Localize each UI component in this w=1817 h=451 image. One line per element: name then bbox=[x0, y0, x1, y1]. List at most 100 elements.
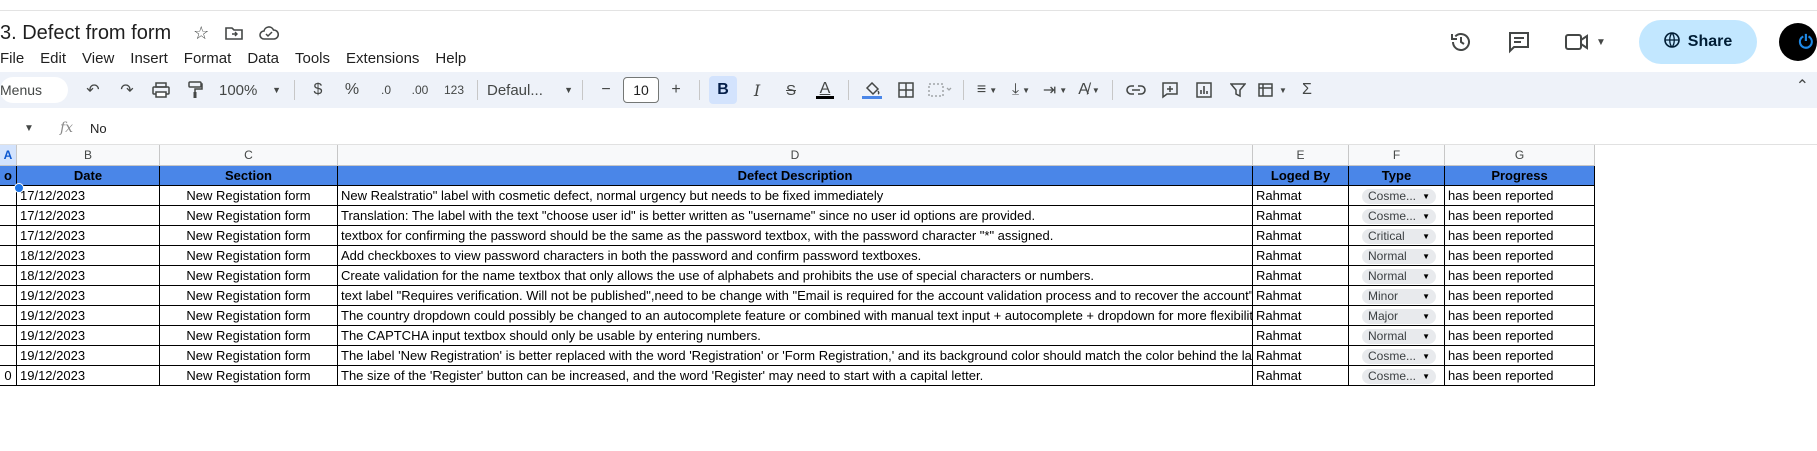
cell-progress[interactable]: has been reported bbox=[1445, 246, 1595, 266]
cell-type[interactable]: Normal ▼ bbox=[1349, 246, 1445, 266]
filter-icon[interactable] bbox=[1224, 76, 1252, 104]
percent-format-button[interactable]: % bbox=[338, 76, 366, 104]
horizontal-align-icon[interactable]: ≡ ▼ bbox=[973, 76, 1001, 104]
comments-icon[interactable] bbox=[1499, 22, 1539, 62]
cell-no[interactable] bbox=[0, 206, 17, 226]
decrease-decimal-button[interactable]: .0 bbox=[372, 76, 400, 104]
cell-section[interactable]: New Registation form bbox=[160, 206, 338, 226]
document-title[interactable]: 3. Defect from form bbox=[0, 22, 171, 45]
cell-loged-by[interactable]: Rahmat bbox=[1253, 206, 1349, 226]
cell-no[interactable] bbox=[0, 326, 17, 346]
cell-no[interactable] bbox=[0, 286, 17, 306]
header-cell-description[interactable]: Defect Description bbox=[338, 166, 1253, 186]
version-history-icon[interactable] bbox=[1441, 22, 1481, 62]
cell-section[interactable]: New Registation form bbox=[160, 346, 338, 366]
paint-format-icon[interactable] bbox=[181, 76, 209, 104]
collapse-toolbar-icon[interactable]: ⌃ bbox=[1796, 76, 1809, 96]
text-color-button[interactable]: A bbox=[811, 76, 839, 104]
fill-color-icon[interactable] bbox=[858, 76, 886, 104]
cell-type[interactable]: Cosme... ▼ bbox=[1349, 366, 1445, 386]
cell-progress[interactable]: has been reported bbox=[1445, 366, 1595, 386]
print-icon[interactable] bbox=[147, 76, 175, 104]
more-formats-button[interactable]: 123 bbox=[440, 76, 468, 104]
italic-button[interactable]: I bbox=[743, 76, 771, 104]
share-button[interactable]: Share bbox=[1639, 20, 1757, 64]
bold-button[interactable]: B bbox=[709, 76, 737, 104]
column-header-g[interactable]: G bbox=[1445, 145, 1595, 166]
decrease-font-size-button[interactable]: − bbox=[592, 76, 620, 104]
type-dropdown-chip[interactable]: Normal ▼ bbox=[1362, 329, 1436, 344]
insert-comment-icon[interactable] bbox=[1156, 76, 1184, 104]
cell-loged-by[interactable]: Rahmat bbox=[1253, 266, 1349, 286]
insert-chart-icon[interactable] bbox=[1190, 76, 1218, 104]
cell-date[interactable]: 19/12/2023 bbox=[17, 306, 160, 326]
cell-description[interactable]: The CAPTCHA input textbox should only be… bbox=[338, 326, 1253, 346]
column-header-c[interactable]: C bbox=[160, 145, 338, 166]
zoom-select[interactable]: 100% ▼ bbox=[215, 76, 285, 104]
cell-type[interactable]: Minor ▼ bbox=[1349, 286, 1445, 306]
cell-progress[interactable]: has been reported bbox=[1445, 186, 1595, 206]
meet-video-icon[interactable]: ▼ bbox=[1557, 22, 1613, 62]
menu-help[interactable]: Help bbox=[435, 50, 466, 67]
cell-date[interactable]: 19/12/2023 bbox=[17, 366, 160, 386]
move-folder-icon[interactable] bbox=[225, 26, 244, 40]
type-dropdown-chip[interactable]: Critical ▼ bbox=[1362, 229, 1436, 244]
cell-loged-by[interactable]: Rahmat bbox=[1253, 286, 1349, 306]
cell-date[interactable]: 19/12/2023 bbox=[17, 326, 160, 346]
type-dropdown-chip[interactable]: Normal ▼ bbox=[1362, 249, 1436, 264]
text-wrapping-icon[interactable]: ⇥ ▼ bbox=[1041, 76, 1069, 104]
type-dropdown-chip[interactable]: Major ▼ bbox=[1362, 309, 1436, 324]
cell-section[interactable]: New Registation form bbox=[160, 266, 338, 286]
cell-section[interactable]: New Registation form bbox=[160, 326, 338, 346]
cell-section[interactable]: New Registation form bbox=[160, 186, 338, 206]
cell-date[interactable]: 19/12/2023 bbox=[17, 346, 160, 366]
menu-data[interactable]: Data bbox=[247, 50, 279, 67]
cell-description[interactable]: textbox for confirming the password shou… bbox=[338, 226, 1253, 246]
cell-description[interactable]: The label 'New Registration' is better r… bbox=[338, 346, 1253, 366]
cell-section[interactable]: New Registation form bbox=[160, 246, 338, 266]
column-header-f[interactable]: F bbox=[1349, 145, 1445, 166]
cell-section[interactable]: New Registation form bbox=[160, 286, 338, 306]
formula-input[interactable]: No bbox=[90, 121, 107, 136]
cell-date[interactable]: 17/12/2023 bbox=[17, 186, 160, 206]
cell-section[interactable]: New Registation form bbox=[160, 366, 338, 386]
cell-type[interactable]: Major ▼ bbox=[1349, 306, 1445, 326]
borders-icon[interactable] bbox=[892, 76, 920, 104]
cell-loged-by[interactable]: Rahmat bbox=[1253, 186, 1349, 206]
cell-progress[interactable]: has been reported bbox=[1445, 206, 1595, 226]
avatar[interactable]: ⏻ bbox=[1779, 23, 1817, 61]
cell-date[interactable]: 18/12/2023 bbox=[17, 246, 160, 266]
star-icon[interactable]: ☆ bbox=[193, 23, 209, 44]
cell-loged-by[interactable]: Rahmat bbox=[1253, 226, 1349, 246]
menu-file[interactable]: File bbox=[0, 50, 24, 67]
cell-no[interactable] bbox=[0, 306, 17, 326]
increase-decimal-button[interactable]: .00 bbox=[406, 76, 434, 104]
cell-date[interactable]: 17/12/2023 bbox=[17, 206, 160, 226]
cell-no[interactable] bbox=[0, 266, 17, 286]
cell-date[interactable]: 17/12/2023 bbox=[17, 226, 160, 246]
cell-loged-by[interactable]: Rahmat bbox=[1253, 346, 1349, 366]
cell-type[interactable]: Normal ▼ bbox=[1349, 266, 1445, 286]
cell-description[interactable]: Translation: The label with the text "ch… bbox=[338, 206, 1253, 226]
cell-type[interactable]: Cosme... ▼ bbox=[1349, 186, 1445, 206]
menu-extensions[interactable]: Extensions bbox=[346, 50, 419, 67]
cell-description[interactable]: Add checkboxes to view password characte… bbox=[338, 246, 1253, 266]
insert-link-icon[interactable] bbox=[1122, 76, 1150, 104]
search-menus-button[interactable]: Menus bbox=[0, 77, 68, 103]
cell-progress[interactable]: has been reported bbox=[1445, 306, 1595, 326]
font-select[interactable]: Defaul... ▼ bbox=[487, 76, 573, 104]
font-size-input[interactable]: 10 bbox=[623, 77, 659, 103]
column-header-a[interactable]: A bbox=[0, 145, 17, 166]
text-rotation-icon[interactable]: A̸ ▼ bbox=[1075, 76, 1103, 104]
header-cell-progress[interactable]: Progress bbox=[1445, 166, 1595, 186]
header-cell-no[interactable]: o bbox=[0, 166, 17, 186]
cell-description[interactable]: The country dropdown could possibly be c… bbox=[338, 306, 1253, 326]
cell-type[interactable]: Critical ▼ bbox=[1349, 226, 1445, 246]
menu-edit[interactable]: Edit bbox=[40, 50, 66, 67]
name-box-dropdown-icon[interactable]: ▼ bbox=[24, 123, 44, 134]
cell-loged-by[interactable]: Rahmat bbox=[1253, 366, 1349, 386]
redo-icon[interactable]: ↷ bbox=[113, 76, 141, 104]
cell-section[interactable]: New Registation form bbox=[160, 306, 338, 326]
cell-no[interactable] bbox=[0, 246, 17, 266]
cell-description[interactable]: New Realstratio" label with cosmetic def… bbox=[338, 186, 1253, 206]
